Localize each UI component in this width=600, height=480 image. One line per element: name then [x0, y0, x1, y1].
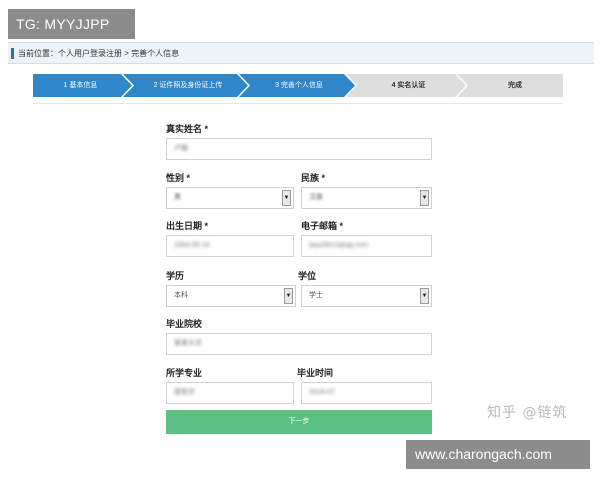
degree-dropdown-icon[interactable]: ▼: [420, 288, 429, 304]
gender-label: 性别 *: [166, 173, 191, 183]
step-5: 完成: [508, 82, 522, 89]
email-label: 电子邮箱 *: [301, 221, 344, 231]
school-label: 毕业院校: [166, 319, 203, 329]
birth-date-value: 1994-05-16: [174, 242, 210, 249]
ethnicity-label: 民族 *: [301, 173, 326, 183]
url-watermark: www.charongach.com: [406, 440, 590, 469]
school-value: 某某大学: [174, 340, 202, 347]
education-label: 学历: [166, 271, 185, 281]
ethnicity-select[interactable]: 汉族 ▼: [301, 187, 432, 209]
graduation-time-label: 毕业时间: [297, 368, 334, 378]
major-field[interactable]: 建筑学: [166, 382, 294, 404]
degree-select[interactable]: 学士 ▼: [301, 285, 432, 307]
graduation-time-field[interactable]: 2016-07: [301, 382, 432, 404]
watermark-tag: TG: MYYJJPP: [8, 9, 135, 39]
step-1: 1 基本信息: [63, 82, 98, 89]
real-name-value: 卢雅: [174, 145, 188, 152]
gender-value: 男: [174, 194, 181, 201]
birth-date-field[interactable]: 1994-05-16: [166, 235, 294, 257]
graduation-time-value: 2016-07: [309, 389, 335, 396]
gender-select[interactable]: 男 ▼: [166, 187, 294, 209]
breadcrumb-marker: [11, 48, 14, 59]
ethnicity-value: 汉族: [309, 194, 323, 201]
gender-dropdown-icon[interactable]: ▼: [282, 190, 291, 206]
email-value: lwyz0812@qq.com: [309, 242, 369, 249]
education-dropdown-icon[interactable]: ▼: [284, 288, 293, 304]
education-select[interactable]: 本科 ▼: [166, 285, 296, 307]
step-3: 3 完善个人信息: [275, 82, 323, 89]
major-label: 所学专业: [166, 368, 203, 378]
real-name-field[interactable]: 卢雅: [166, 138, 432, 160]
email-field[interactable]: lwyz0812@qq.com: [301, 235, 432, 257]
divider: [33, 103, 563, 104]
real-name-label: 真实姓名 *: [166, 124, 209, 134]
ethnicity-dropdown-icon[interactable]: ▼: [420, 190, 429, 206]
step-4: 4 实名认证: [391, 82, 426, 89]
step-progress: 1 基本信息 2 证件照及身份证上传 3 完善个人信息 4 实名认证 完成: [33, 74, 563, 97]
major-value: 建筑学: [174, 389, 195, 396]
next-step-button[interactable]: 下一步: [166, 410, 432, 434]
degree-value: 学士: [309, 292, 323, 299]
breadcrumb-text: 当前位置：个人用户登录注册 > 完善个人信息: [18, 49, 180, 58]
birth-date-label: 出生日期 *: [166, 221, 209, 231]
degree-label: 学位: [298, 271, 317, 281]
breadcrumb: 当前位置：个人用户登录注册 > 完善个人信息: [8, 42, 594, 64]
school-field[interactable]: 某某大学: [166, 333, 432, 355]
education-value: 本科: [174, 292, 188, 299]
zhihu-watermark: 知乎 @链筑: [487, 405, 568, 421]
step-2: 2 证件照及身份证上传: [153, 82, 223, 89]
